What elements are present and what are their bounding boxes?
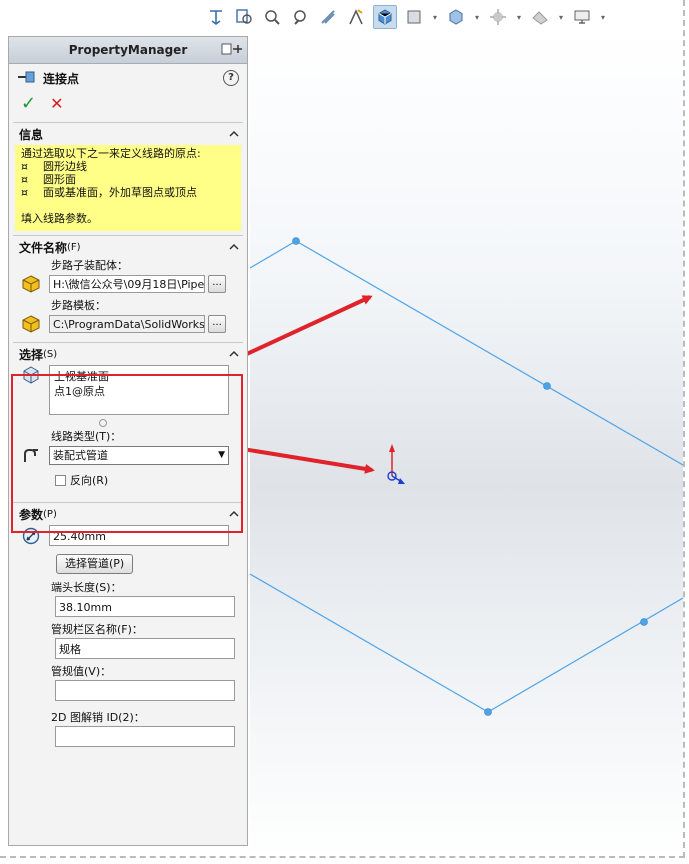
template-field[interactable]: C:\ProgramData\SolidWorks\S [49,315,205,333]
stub-length-field[interactable]: 38.10mm [55,596,235,617]
info-footer: 填入线路参数。 [21,212,98,225]
feature-title-row: 连接点 ? [9,64,247,92]
collapse-chevron-icon[interactable] [229,349,239,359]
spec-value-field[interactable] [55,680,235,701]
display-style-icon[interactable] [403,6,425,28]
selection-highlight-box [11,374,243,533]
view-orientation-icon[interactable] [373,5,397,29]
bom-id-field[interactable] [55,726,235,747]
zoom-fit-icon[interactable] [233,6,255,28]
property-manager-header: PropertyManager [9,37,247,64]
info-bullet-item: ¤ 圆形面 [21,173,76,186]
zoom-area-icon[interactable] [261,6,283,28]
sub-assembly-label: 步路子装配体： [51,259,128,272]
hide-show-dropdown-icon[interactable]: ▾ [473,13,481,22]
template-browse-button[interactable]: ... [208,315,226,333]
info-intro: 通过选取以下之一来定义线路的原点: [21,147,201,160]
assembly-template-icon [19,314,43,334]
action-buttons: ✓ ✕ [9,92,247,122]
dynamic-annotation-icon[interactable] [345,6,367,28]
ok-check-icon[interactable]: ✓ [21,95,36,113]
assembly-icon [19,274,43,294]
template-label: 步路模板： [51,299,106,312]
bom-id-label: 2D 图解销 ID(2)： [51,711,145,724]
cancel-x-icon[interactable]: ✕ [50,96,63,112]
heads-up-toolbar: ▾ ▾ ▾ ▾ ▾ [205,3,607,31]
info-section-header[interactable]: 信息 [13,123,243,145]
sub-assembly-field[interactable]: H:\微信公众号\09月18日\Pipe [49,275,205,293]
parameters-section: 参数 (P) 25.40mm 选择管道(P) 端头长度(S)： 38.10mm 管… [13,502,243,747]
feature-title: 连接点 [43,71,80,86]
monitor-icon[interactable] [571,6,593,28]
hide-show-icon[interactable] [445,6,467,28]
selection-section-title: 选择 [19,347,44,362]
spec-value-label: 管规值(V)： [51,665,112,678]
info-bullet-item: ¤ 圆形边线 [21,160,87,173]
previous-view-icon[interactable] [289,6,311,28]
select-pipe-button[interactable]: 选择管道(P) [56,554,134,574]
filename-section-title: 文件名称 [19,240,68,255]
section-view-icon[interactable] [317,6,339,28]
info-message-box: 通过选取以下之一来定义线路的原点: ¤ 圆形边线 ¤ 圆形面 ¤ 面或基准面，外加草图… [15,145,241,231]
appearance-dropdown-icon[interactable]: ▾ [515,13,523,22]
info-section: 信息 通过选取以下之一来定义线路的原点: ¤ 圆形边线 ¤ 圆形面 ¤ 面或基准面，外… [13,122,243,231]
selection-section-header[interactable]: 选择 (S) [13,343,243,365]
filename-section: 文件名称 (F) 步路子装配体： H:\微信公众号\09月18日\Pipe ...… [13,235,243,342]
scene-dropdown-icon[interactable]: ▾ [557,13,565,22]
stub-length-label: 端头长度(S)： [51,581,122,594]
filename-section-header[interactable]: 文件名称 (F) [13,236,243,258]
panel-header-title: PropertyManager [68,43,188,57]
collapse-chevron-icon[interactable] [229,129,239,139]
sub-assembly-browse-button[interactable]: ... [208,275,226,293]
info-section-title: 信息 [19,127,44,142]
graphics-area[interactable] [250,32,683,856]
pin-icon[interactable] [221,43,243,58]
display-style-dropdown-icon[interactable]: ▾ [431,13,439,22]
info-bullet-item: ¤ 面或基准面，外加草图点或顶点 [21,186,197,199]
view-orient-icon[interactable] [205,6,227,28]
collapse-chevron-icon[interactable] [229,242,239,252]
spec-column-label: 管规栏区名称(F)： [51,623,143,636]
edit-appearance-icon[interactable] [487,6,509,28]
help-icon[interactable]: ? [223,70,239,86]
connection-point-icon [17,71,35,86]
view-settings-dropdown-icon[interactable]: ▾ [599,13,607,22]
spec-column-field[interactable]: 规格 [55,638,235,659]
apply-scene-icon[interactable] [529,6,551,28]
